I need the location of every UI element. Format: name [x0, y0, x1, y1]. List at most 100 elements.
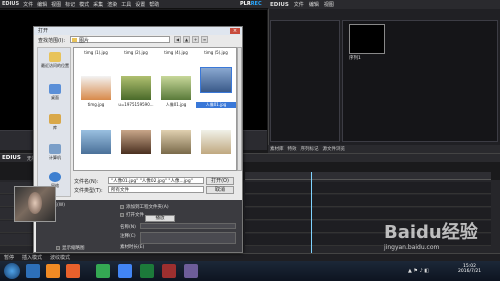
bin-folder-tree[interactable]	[270, 20, 340, 142]
file-list[interactable]: timg (1).jpg timg (2).jpg timg (4).jpg t…	[73, 47, 237, 171]
dialog-nav-buttons: ◀ ▲ + ≡	[174, 36, 208, 43]
dialog-title: 打开	[34, 27, 242, 35]
menu-mark[interactable]: 标记	[65, 1, 75, 8]
lookin-dropdown[interactable]: 图片	[70, 36, 170, 44]
name-label: 名称(N)	[120, 225, 136, 230]
menu-capture[interactable]: 采集	[93, 1, 103, 8]
add-to-project-checkbox[interactable]: 添加到工程文件夹(A)	[120, 204, 169, 210]
filetype-label: 文件类型(T):	[74, 188, 103, 194]
menu-tools[interactable]: 工具	[121, 1, 131, 8]
media-player-icon[interactable]	[46, 264, 60, 278]
places-bar: 最近访问的位置 桌面 库 计算机 网络	[37, 47, 71, 197]
menu-mode[interactable]: 模式	[79, 1, 89, 8]
lookin-label: 查找范围(I):	[38, 38, 66, 44]
file-thumbnail[interactable]	[201, 130, 231, 154]
timeline-ruler[interactable]	[245, 172, 491, 180]
file-thumbnail-selected[interactable]	[200, 67, 232, 93]
filename-label: 文件名(N):	[74, 179, 99, 185]
open-button[interactable]: 打开(O)	[206, 177, 234, 185]
bin-clip-thumbnail[interactable]	[349, 24, 385, 54]
bin-menu-bar: EDIUS 文件 编辑 视图	[268, 0, 500, 9]
file-label-selected[interactable]: 人像01.jpg	[196, 102, 236, 108]
system-tray-icons[interactable]: ▲ ⚑ ♪ ◧	[408, 268, 429, 274]
folder-icon	[72, 38, 77, 42]
file-label[interactable]: timg (2).jpg	[116, 50, 156, 55]
up-folder-icon[interactable]: ▲	[183, 36, 190, 43]
app3-icon[interactable]	[184, 264, 198, 278]
timeline-playhead[interactable]	[311, 172, 312, 254]
filename-input[interactable]: "人像01.jpg" "人像02.jpg" "人像...jpg"	[108, 177, 204, 184]
tab-sequence-markers[interactable]: 序列标记	[301, 146, 319, 152]
file-label[interactable]: u=1975159590...	[116, 102, 156, 107]
place-recent[interactable]: 最近访问的位置	[38, 52, 72, 69]
firefox-icon[interactable]	[66, 264, 80, 278]
library-icon	[49, 114, 61, 124]
bin-tabs: 素材库 特效 序列标记 源文件浏览	[268, 145, 500, 153]
bin-app-logo: EDIUS	[270, 1, 289, 8]
view-menu-icon[interactable]: ≡	[201, 36, 208, 43]
file-list-scrollbar[interactable]	[237, 47, 242, 171]
comment-label: 注释(C)	[120, 234, 136, 239]
menu-edit[interactable]: 编辑	[37, 1, 47, 8]
status-bar: 暂停 插入模式 波纹模式	[0, 253, 500, 261]
place-desktop[interactable]: 桌面	[38, 84, 72, 101]
file-label[interactable]: timg (4).jpg	[156, 50, 196, 55]
menu-settings[interactable]: 设置	[135, 1, 145, 8]
duration-label: 素材时长(E)	[120, 245, 145, 250]
file-thumbnail[interactable]	[81, 76, 111, 100]
tab-source-browser[interactable]: 源文件浏览	[323, 146, 346, 152]
dialog-preview-panel: 预览(W) 添加到工程文件夹(A) 打开文件 名称(N) 注释(C) 素材时长(…	[36, 200, 242, 252]
place-library[interactable]: 库	[38, 114, 72, 131]
file-thumbnail[interactable]	[121, 76, 151, 100]
bin-clip-label: 序列1	[349, 56, 361, 61]
tab-bin[interactable]: 素材库	[270, 146, 284, 152]
app-icon[interactable]	[96, 264, 110, 278]
file-label[interactable]: timg (1).jpg	[76, 50, 116, 55]
status-insert-mode: 插入模式	[22, 255, 43, 261]
track-lane[interactable]	[245, 195, 491, 207]
explorer-icon[interactable]	[26, 264, 40, 278]
file-label[interactable]: timg.jpg	[76, 102, 116, 107]
tab-effects[interactable]: 特效	[288, 146, 297, 152]
computer-icon	[49, 144, 61, 154]
bin-menu-edit[interactable]: 编辑	[309, 1, 319, 8]
file-label[interactable]: 人像01.jpg	[156, 102, 196, 108]
plr-rec-badge[interactable]: PLRREC	[240, 1, 262, 8]
comment-field[interactable]	[140, 232, 236, 244]
menu-render[interactable]: 渲染	[107, 1, 117, 8]
track-lane[interactable]	[245, 182, 491, 194]
file-thumbnail[interactable]	[81, 130, 111, 154]
place-computer[interactable]: 计算机	[38, 144, 72, 161]
name-field[interactable]	[140, 223, 236, 229]
new-folder-icon[interactable]: +	[192, 36, 199, 43]
status-ripple-mode: 波纹模式	[50, 255, 71, 261]
bin-menu-view[interactable]: 视图	[324, 1, 334, 8]
browser-icon[interactable]	[118, 264, 132, 278]
app-logo: EDIUS	[2, 1, 20, 7]
desktop-icon	[49, 84, 61, 94]
status-state: 暂停	[4, 255, 15, 261]
close-icon[interactable]: ×	[230, 28, 240, 34]
timeline-app-logo: EDIUS	[2, 155, 21, 161]
show-thumbnail-checkbox[interactable]: 显示缩略图	[56, 245, 85, 251]
preview-portrait	[28, 192, 42, 214]
filetype-dropdown[interactable]: 所有文件	[108, 186, 204, 193]
recent-icon	[49, 52, 61, 62]
menu-file[interactable]: 文件	[23, 1, 33, 8]
edius-taskbar-icon[interactable]	[140, 264, 154, 278]
back-icon[interactable]: ◀	[174, 36, 181, 43]
bin-menu-file[interactable]: 文件	[294, 1, 304, 8]
open-file-checkbox[interactable]: 打开文件	[120, 212, 144, 218]
baidu-watermark: Baidu经验 jingyan.baidu.com	[384, 222, 478, 251]
file-thumbnail[interactable]	[161, 130, 191, 154]
app2-icon[interactable]	[162, 264, 176, 278]
menu-help[interactable]: 帮助	[149, 1, 159, 8]
start-button-icon[interactable]	[4, 263, 20, 279]
file-thumbnail[interactable]	[121, 130, 151, 154]
clock[interactable]: 15:02 2016/7/21	[458, 264, 481, 274]
file-label[interactable]: timg (5).jpg	[196, 50, 236, 55]
menu-view[interactable]: 视图	[51, 1, 61, 8]
play-button[interactable]: 播放	[145, 215, 175, 222]
cancel-button[interactable]: 取消	[206, 186, 234, 194]
file-thumbnail[interactable]	[161, 76, 191, 100]
